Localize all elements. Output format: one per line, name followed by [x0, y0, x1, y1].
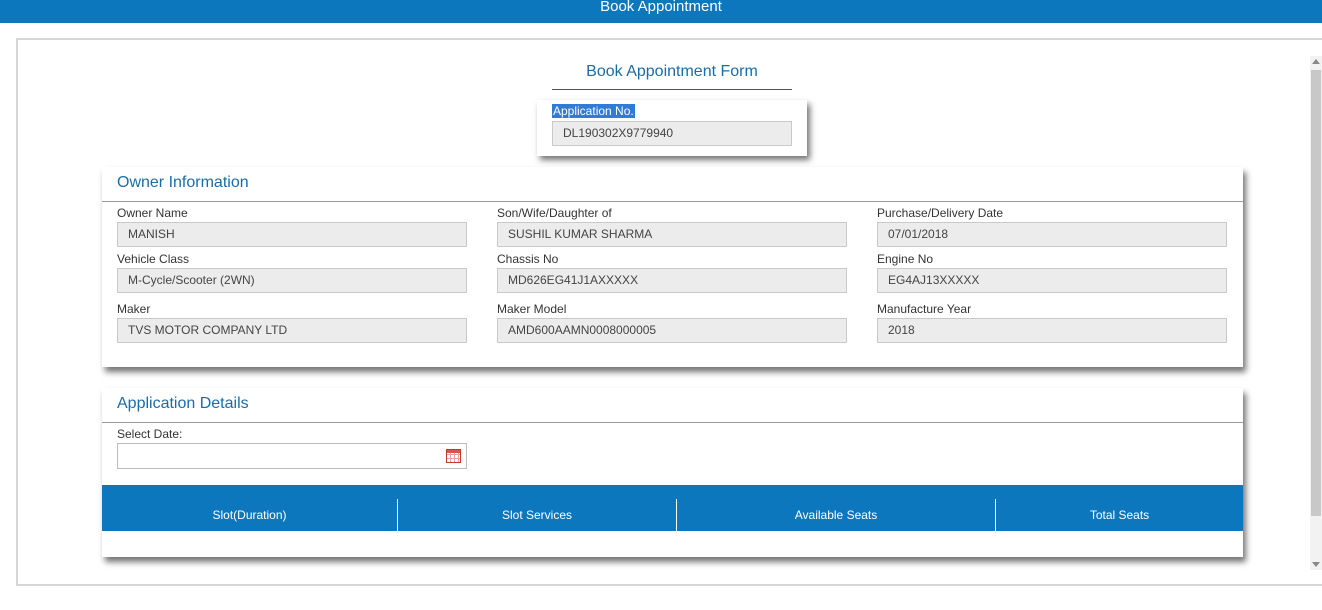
relation-label: Son/Wife/Daughter of: [497, 206, 612, 220]
available-seats-header: Available Seats: [677, 499, 996, 531]
scroll-down-icon[interactable]: [1312, 562, 1320, 567]
page-header: Book Appointment: [0, 0, 1322, 23]
slot-table-header: Slot(Duration) Slot Services Available S…: [102, 499, 1243, 531]
maker-label: Maker: [117, 302, 151, 316]
application-no-card: Application No. DL190302X9779940: [537, 100, 807, 156]
slot-duration-header: Slot(Duration): [102, 499, 398, 531]
application-no-label: Application No.: [552, 104, 635, 118]
engine-no-label: Engine No: [877, 252, 934, 266]
maker-model-field[interactable]: AMD600AAMN0008000005: [497, 318, 847, 343]
owner-information-divider: [102, 201, 1243, 202]
chassis-no-field[interactable]: MD626EG41J1AXXXXX: [497, 268, 847, 293]
form-title: Book Appointment Form: [552, 62, 792, 90]
vehicle-class-field[interactable]: M-Cycle/Scooter (2WN): [117, 268, 467, 293]
scrollbar-thumb[interactable]: [1311, 70, 1321, 516]
owner-information-card: Owner Information Owner Name MANISH Son/…: [102, 167, 1243, 367]
owner-name-label: Owner Name: [117, 206, 188, 220]
application-no-field[interactable]: DL190302X9779940: [552, 121, 792, 146]
scroll-up-icon[interactable]: [1312, 59, 1320, 64]
page-header-title: Book Appointment: [600, 0, 722, 15]
select-date-label: Select Date:: [117, 427, 183, 441]
select-date-input[interactable]: [117, 443, 467, 469]
engine-no-field[interactable]: EG4AJ13XXXXX: [877, 268, 1227, 293]
owner-name-field[interactable]: MANISH: [117, 222, 467, 247]
owner-information-title: Owner Information: [117, 174, 249, 191]
chassis-no-label: Chassis No: [497, 252, 559, 266]
application-details-title: Application Details: [117, 395, 249, 412]
relation-field[interactable]: SUSHIL KUMAR SHARMA: [497, 222, 847, 247]
slot-services-header: Slot Services: [398, 499, 677, 531]
vertical-scrollbar[interactable]: [1310, 56, 1322, 570]
purchase-date-field[interactable]: 07/01/2018: [877, 222, 1227, 247]
manufacture-year-label: Manufacture Year: [877, 302, 972, 316]
maker-field[interactable]: TVS MOTOR COMPANY LTD: [117, 318, 467, 343]
purchase-date-label: Purchase/Delivery Date: [877, 206, 1004, 220]
application-details-card: Application Details Select Date: Slot(Du…: [102, 388, 1243, 557]
application-details-divider: [102, 422, 1243, 423]
calendar-icon[interactable]: [446, 449, 461, 463]
manufacture-year-field[interactable]: 2018: [877, 318, 1227, 343]
total-seats-header: Total Seats: [1089, 508, 1150, 522]
maker-model-label: Maker Model: [497, 302, 567, 316]
vehicle-class-label: Vehicle Class: [117, 252, 190, 266]
slot-table: Slot(Duration) Slot Services Available S…: [102, 485, 1243, 531]
